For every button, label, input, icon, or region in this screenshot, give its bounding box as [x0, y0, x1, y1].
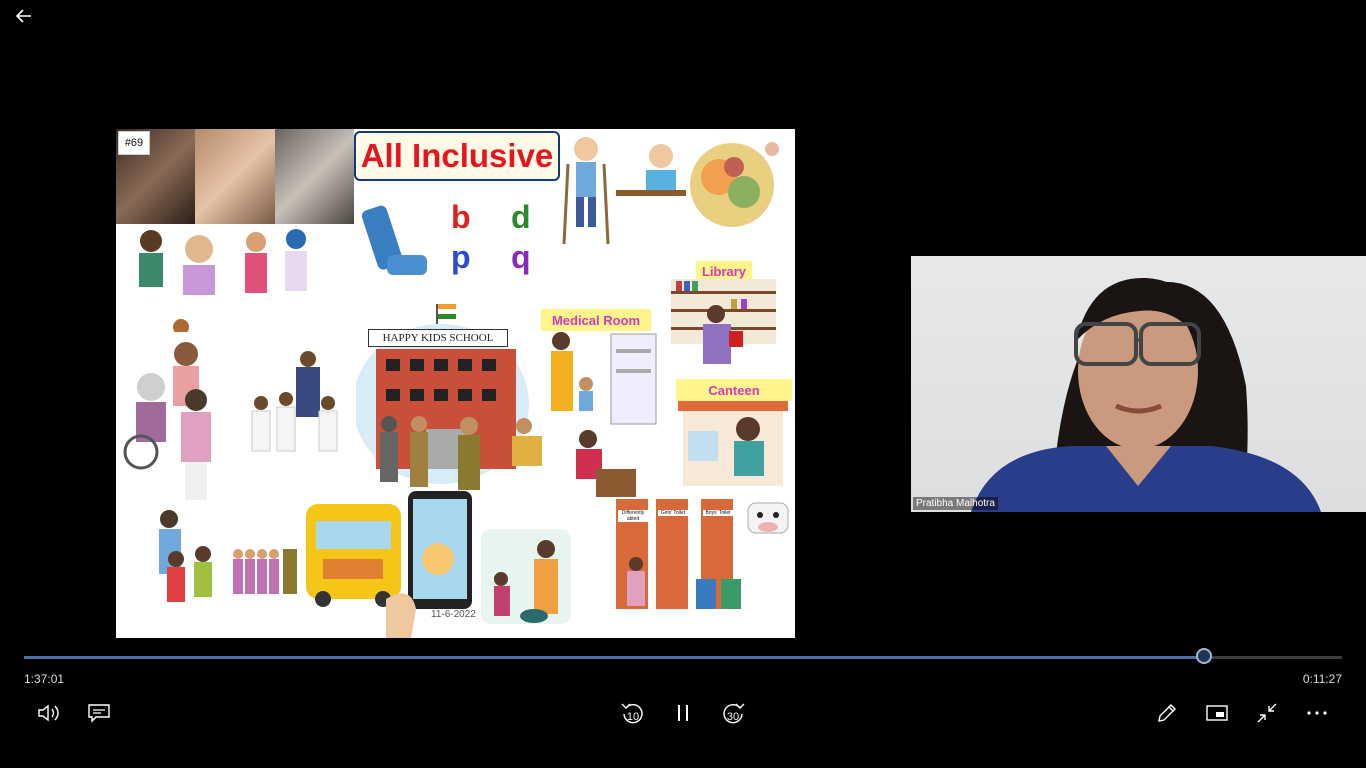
kids-illustration — [562, 137, 686, 244]
pause-button[interactable] — [668, 699, 698, 727]
letter-b: b — [451, 199, 471, 235]
medical-room-illustration — [551, 332, 657, 425]
participant-webcam: Pratibha Malhotra — [911, 256, 1366, 512]
medical-room-label: Medical Room — [541, 309, 651, 331]
captions-button[interactable] — [84, 699, 114, 727]
pause-icon — [678, 705, 688, 721]
family-skating-illustration — [159, 510, 212, 602]
library-label: Library — [696, 261, 752, 281]
school-sign: HAPPY KIDS SCHOOL — [368, 329, 508, 347]
slide-frame: #69 All Inclusive b d p q HAPPY KIDS SCH… — [116, 129, 795, 638]
letters-panel: b d p q — [441, 197, 551, 287]
mini-view-button[interactable] — [1202, 699, 1232, 727]
more-options-button[interactable] — [1302, 699, 1332, 727]
letter-d: d — [511, 199, 531, 235]
letter-q: q — [511, 239, 531, 275]
skip-back-seconds: 10 — [626, 711, 640, 723]
skip-forward-button[interactable]: 30 — [718, 699, 748, 727]
slide-number: #69 — [118, 131, 150, 155]
slide-date: 11-6-2022 — [431, 609, 476, 620]
mother-child-illustration — [481, 529, 571, 624]
seek-bar[interactable] — [24, 648, 1342, 664]
canteen-label: Canteen — [676, 379, 792, 401]
edit-button[interactable] — [1152, 699, 1182, 727]
skip-forward-seconds: 30 — [726, 711, 740, 723]
seek-bar-fill — [24, 656, 1205, 659]
remaining-time: 0:11:27 — [1302, 672, 1342, 686]
mini-view-icon — [1206, 705, 1228, 721]
school-bus-illustration — [233, 504, 401, 607]
differently-abled-label: Differently abled — [618, 510, 648, 522]
color-test-plate — [690, 142, 779, 227]
more-icon — [1307, 711, 1327, 715]
seek-bar-thumb[interactable] — [1196, 648, 1213, 664]
children-group-illustration — [139, 229, 307, 332]
girls-toilet-label: Girls' Toilet — [658, 510, 688, 516]
skip-back-button[interactable]: 10 — [618, 699, 648, 727]
speaker-icon — [38, 704, 59, 722]
karate-group-illustration — [251, 351, 338, 452]
elapsed-time: 1:37:01 — [24, 672, 65, 686]
family-wheelchair-illustration — [123, 342, 211, 500]
participant-video — [971, 277, 1321, 512]
back-button[interactable] — [10, 5, 38, 27]
exit-fullscreen-button[interactable] — [1252, 699, 1282, 727]
letter-p: p — [451, 239, 471, 275]
exit-fullscreen-icon — [1257, 703, 1277, 723]
volume-button[interactable] — [34, 699, 64, 727]
slide-title: All Inclusive — [354, 131, 560, 181]
photo-strip — [116, 129, 354, 224]
library-illustration — [671, 279, 776, 364]
inhaler-illustration — [361, 205, 427, 275]
arrow-left-icon — [16, 9, 31, 23]
participant-name: Pratibha Malhotra — [913, 497, 998, 510]
captions-icon — [88, 704, 110, 723]
musician-illustration — [576, 430, 636, 497]
canteen-illustration — [678, 401, 788, 486]
pencil-icon — [1158, 704, 1176, 722]
boys-toilet-label: Boys' Toilet — [703, 510, 733, 516]
